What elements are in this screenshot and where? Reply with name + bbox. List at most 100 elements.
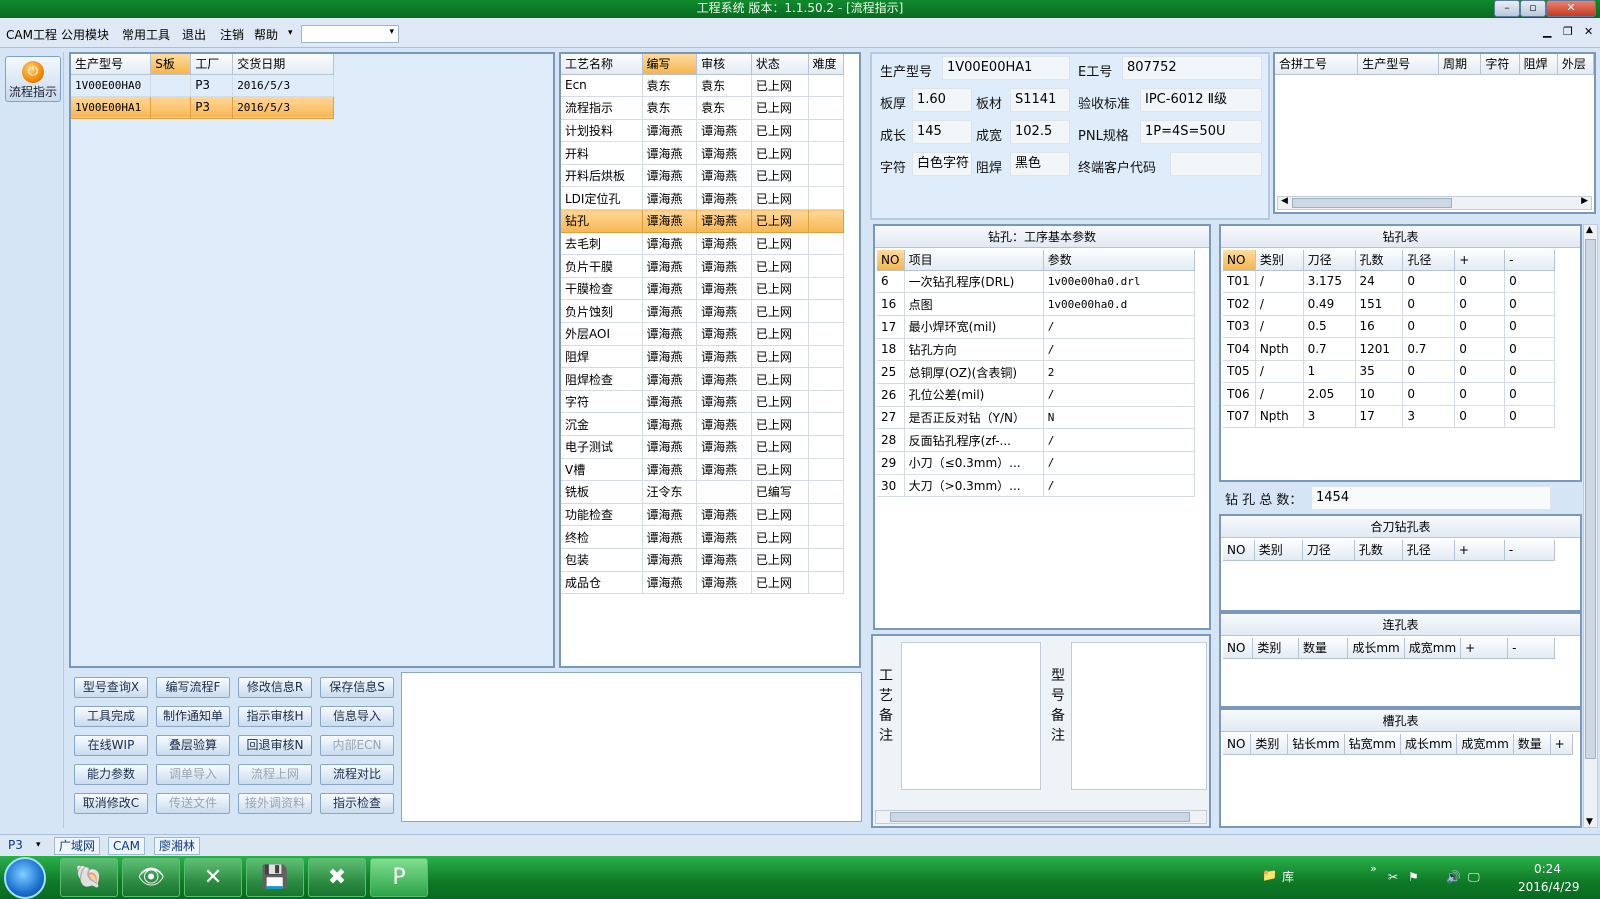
process-notes-box[interactable] [901,642,1041,790]
column-header[interactable]: 钻宽mm [1344,734,1401,755]
table-row[interactable]: 开料后烘板 谭海燕 谭海燕 已上网 [561,164,845,188]
table-row[interactable]: 26 孔位公差(mil) / [877,383,1196,407]
column-header[interactable]: 成长mm [1400,734,1458,755]
customer-code-field[interactable] [1170,152,1262,176]
table-row[interactable]: 干膜检查 谭海燕 谭海燕 已上网 [561,277,845,301]
column-header[interactable]: 成宽mm [1456,734,1514,755]
table-row[interactable]: 负片蚀刻 谭海燕 谭海燕 已上网 [561,299,845,324]
action-button[interactable]: 回退审核N [238,735,312,756]
column-header[interactable]: + [1550,734,1574,755]
table-row[interactable]: V槽 谭海燕 谭海燕 已上网 [561,458,845,482]
column-header[interactable]: 成宽mm [1404,638,1462,659]
scroll-up-icon[interactable]: ▲ [1586,225,1593,235]
action-button[interactable]: 修改信息R [238,677,312,698]
scroll-down-icon[interactable]: ▼ [1586,817,1593,827]
clock-date[interactable]: 2016/4/29 [1518,880,1580,894]
menu-combo-box[interactable]: ▾ [301,25,399,43]
width-field[interactable]: 102.5 [1010,120,1070,144]
column-header[interactable]: 孔数 [1355,250,1404,271]
column-header[interactable]: 生产型号 [71,54,152,75]
start-button[interactable] [4,857,46,899]
column-header[interactable]: 成长mm [1347,638,1405,659]
action-button[interactable]: 保存信息S [320,677,394,698]
drill-total-field[interactable]: 1454 [1311,486,1551,510]
table-row[interactable]: 外层AOI 谭海燕 谭海燕 已上网 [561,322,845,346]
column-header[interactable]: 参数 [1043,250,1196,271]
column-header[interactable]: NO [1223,734,1252,755]
table-row[interactable]: 18 钻孔方向 / [877,338,1196,362]
length-field[interactable]: 145 [912,120,972,144]
table-row[interactable]: 终检 谭海燕 谭海燕 已上网 [561,525,845,549]
column-header[interactable]: + [1454,250,1506,271]
column-header[interactable]: - [1504,250,1555,271]
column-header[interactable]: 难度 [808,54,845,75]
column-header[interactable]: 类别 [1254,540,1303,561]
action-button[interactable]: 信息导入 [320,706,394,727]
right-scroll-thumb[interactable] [1585,239,1596,759]
material-field[interactable]: S1141 [1010,88,1070,112]
column-header[interactable]: 数量 [1513,734,1551,755]
table-row[interactable]: 流程指示 袁东 袁东 已上网 [561,96,845,120]
action-button[interactable]: 在线WIP [74,735,148,756]
char-field[interactable]: 白色字符 [912,152,972,176]
column-header[interactable]: NO [1223,540,1255,561]
eye-app-icon[interactable]: 👁 [122,858,180,897]
action-button[interactable]: 流程上网 [238,764,312,785]
scroll-thumb[interactable] [1292,198,1452,208]
table-row[interactable]: 开料 谭海燕 谭海燕 已上网 [561,141,845,165]
action-button[interactable]: 指示审核H [238,706,312,727]
menu-help[interactable]: 帮助 [254,26,278,43]
notes-scrollbar[interactable] [875,810,1207,824]
column-header[interactable]: 类别 [1252,638,1299,659]
table-row[interactable]: 铣板 汪令东 已编写 [561,480,845,504]
table-row[interactable]: 沉金 谭海燕 谭海燕 已上网 [561,412,845,436]
table-row[interactable]: 电子测试 谭海燕 谭海燕 已上网 [561,435,845,459]
maximize-button[interactable]: ▫ [1520,0,1546,17]
status-tab-wan[interactable]: 广域网 [54,837,101,855]
save-app-icon[interactable]: 💾 [246,858,304,897]
column-header[interactable]: 外层 [1557,54,1595,75]
column-header[interactable]: 阻焊 [1519,54,1558,75]
table-row[interactable]: T03/0.5 16 0 0 0 [1223,315,1555,338]
table-row[interactable]: 28 反面钻孔程序(zf-... / [877,428,1196,452]
flow-button[interactable]: ⏻ 流程指示 [5,56,61,102]
action-button[interactable]: 型号查询X [74,677,148,698]
column-header[interactable]: 周期 [1438,54,1482,75]
menu-cam[interactable]: CAM工程 [6,26,57,43]
folder-icon[interactable]: 📁 [1262,868,1277,882]
mask-field[interactable]: 黑色 [1010,152,1070,176]
model-notes-box[interactable] [1071,642,1207,790]
status-tab-cam[interactable]: CAM [108,837,145,855]
thickness-field[interactable]: 1.60 [912,88,972,112]
action-button[interactable]: 工具完成 [74,706,148,727]
column-header[interactable]: 刀径 [1302,540,1355,561]
factory-dropdown-icon[interactable]: ▾ [36,840,41,850]
model-field[interactable]: 1V00E00HA1 [942,56,1070,80]
column-header[interactable]: NO [877,250,905,271]
mdi-minimize-icon[interactable]: ▁ [1543,25,1551,38]
action-button[interactable]: 调单导入 [156,764,230,785]
factory-select[interactable]: P3 [8,838,23,852]
log-area[interactable] [401,672,862,822]
table-row[interactable]: 包装 谭海燕 谭海燕 已上网 [561,548,845,572]
table-row[interactable]: T04 Npth 0.7 1201 0.7 0 0 [1223,337,1555,361]
table-row[interactable]: 17 最小焊环宽(mil) / [877,315,1196,339]
column-header[interactable]: 刀径 [1303,250,1356,271]
expand-tray-icon[interactable]: » [1370,862,1377,875]
column-header[interactable]: S板 [150,54,192,75]
right-scrollbar[interactable]: ▲ ▼ [1583,224,1598,828]
table-row[interactable]: 字符 谭海燕 谭海燕 已上网 [561,390,845,414]
column-header[interactable]: 数量 [1298,638,1349,659]
minimize-button[interactable]: – [1494,0,1520,17]
action-button[interactable]: 叠层验算 [156,735,230,756]
combine-scrollbar[interactable]: ◀ ▶ [1277,196,1592,210]
scroll-left-icon[interactable]: ◀ [1281,196,1288,206]
action-button[interactable]: 接外调资料 [238,793,312,814]
column-header[interactable]: NO [1223,250,1256,271]
scroll-right-icon[interactable]: ▶ [1581,196,1588,206]
table-row[interactable]: 成品仓 谭海燕 谭海燕 已上网 [561,571,845,595]
column-header[interactable]: + [1460,638,1509,659]
p-app-icon[interactable]: P [370,858,428,897]
column-header[interactable]: NO [1223,638,1254,659]
table-row[interactable]: LDI定位孔 谭海燕 谭海燕 已上网 [561,186,845,211]
